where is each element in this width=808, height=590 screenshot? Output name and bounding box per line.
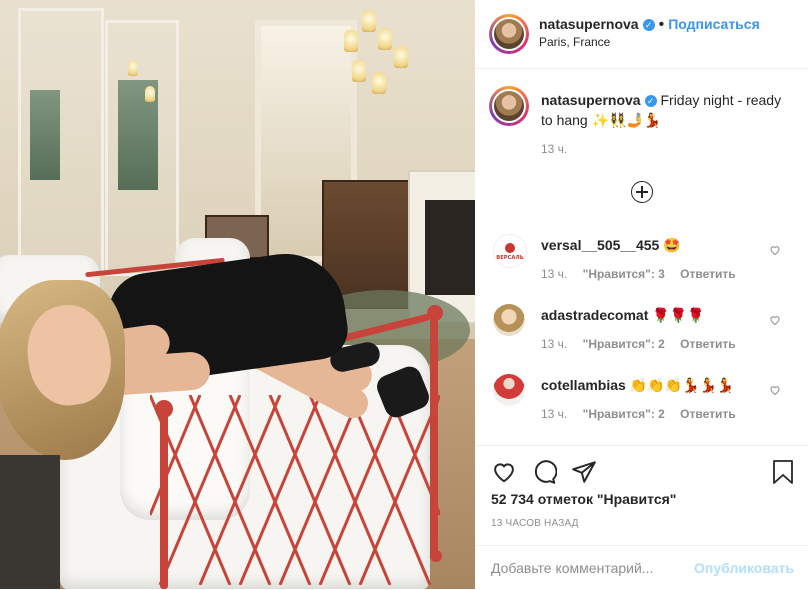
caption-author-avatar[interactable] [489,86,529,126]
red-lattice-frame [150,395,440,585]
comment-time[interactable]: 13 ч. [541,337,567,351]
chandelier-light [344,30,358,52]
caption-time[interactable]: 13 ч. [541,142,567,156]
comment-meta: 13 ч. "Нравится": 2 Ответить [541,337,748,351]
comment-like-heart-icon[interactable] [769,384,781,396]
comment-likes[interactable]: "Нравится": 2 [583,337,665,351]
frame-knob [430,550,442,562]
comment-like-heart-icon[interactable] [769,244,781,256]
comment-body: adastradecomat 🌹🌹🌹 [541,305,705,325]
post-timestamp[interactable]: 13 ЧАСОВ НАЗАД [491,518,579,529]
frame-post [160,405,168,589]
reply-button[interactable]: Ответить [680,267,735,281]
reflected-light [145,86,155,102]
header-title-row: natasupernova ✓ • Подписаться [539,16,760,34]
comment-text: 🌹🌹🌹 [652,307,705,323]
chandelier-light [378,28,392,50]
frame-post [430,315,438,560]
commenter-avatar[interactable] [493,374,525,406]
comment-likes[interactable]: "Нравится": 3 [583,267,665,281]
caption-username[interactable]: natasupernova [541,92,641,108]
comment-body: cotellambias 👏👏👏💃💃💃 [541,375,734,395]
paper-plane-icon[interactable] [571,459,597,485]
follow-button[interactable]: Подписаться [668,16,760,32]
photo-room-background [0,0,475,589]
post-location[interactable]: Paris, France [539,35,610,49]
comment-username[interactable]: versal__505__455 [541,237,659,253]
author-username[interactable]: natasupernova [539,16,639,32]
chandelier-light [352,60,366,82]
plus-circle-icon[interactable] [631,181,653,203]
fireplace-opening [425,200,475,295]
bookmark-icon[interactable] [771,459,795,485]
window-pane [30,90,60,180]
chandelier-light [394,46,408,68]
comment-time[interactable]: 13 ч. [541,267,567,281]
add-comment-bar: Опубликовать [475,545,808,590]
frame-knob [427,305,443,321]
publish-button[interactable]: Опубликовать [694,560,794,576]
commenter-avatar[interactable] [493,304,525,336]
caption: natasupernova ✓ Friday night - ready to h… [541,90,791,130]
post-header: natasupernova ✓ • Подписаться Paris, France [475,0,808,69]
verified-badge-icon: ✓ [642,19,655,31]
likes-count[interactable]: 52 734 отметок "Нравится" [491,491,676,507]
comment-username[interactable]: cotellambias [541,377,626,393]
commenter-avatar[interactable]: ВЕРСАЛЬ [493,234,527,268]
reply-button[interactable]: Ответить [680,407,735,421]
separator-dot: • [658,16,665,33]
comment-like-heart-icon[interactable] [769,314,781,326]
heart-icon[interactable] [491,459,517,485]
chandelier-light [372,72,386,94]
comment-username[interactable]: adastradecomat [541,307,648,323]
dark-side-table [0,455,60,589]
chandelier-light [362,10,376,32]
frame-knob [155,400,173,418]
comment-text: 👏👏👏💃💃💃 [629,377,735,393]
comment-time[interactable]: 13 ч. [541,407,567,421]
comment-meta: 13 ч. "Нравится": 2 Ответить [541,407,748,421]
comment-meta: 13 ч. "Нравится": 3 Ответить [541,267,748,281]
commenter-avatar-text: ВЕРСАЛЬ [496,255,523,261]
comment-bubble-icon[interactable] [531,459,557,485]
post-actions: 52 734 отметок "Нравится" 13 ЧАСОВ НАЗАД [475,445,808,546]
verified-badge-icon: ✓ [644,95,657,107]
comment-text: 🤩 [663,237,681,253]
post-photo[interactable] [0,0,475,589]
comments-section: natasupernova ✓ Friday night - ready to h… [475,69,808,445]
reply-button[interactable]: Ответить [680,337,735,351]
instagram-post-view: natasupernova ✓ • Подписаться Paris, France… [0,0,808,589]
comment-body: versal__505__455 🤩 [541,235,681,255]
comment-input[interactable] [491,558,711,578]
author-avatar[interactable] [489,14,529,54]
post-details-panel: natasupernova ✓ • Подписаться Paris, France… [475,0,808,589]
comment-likes[interactable]: "Нравится": 2 [583,407,665,421]
reflected-light [128,60,138,76]
